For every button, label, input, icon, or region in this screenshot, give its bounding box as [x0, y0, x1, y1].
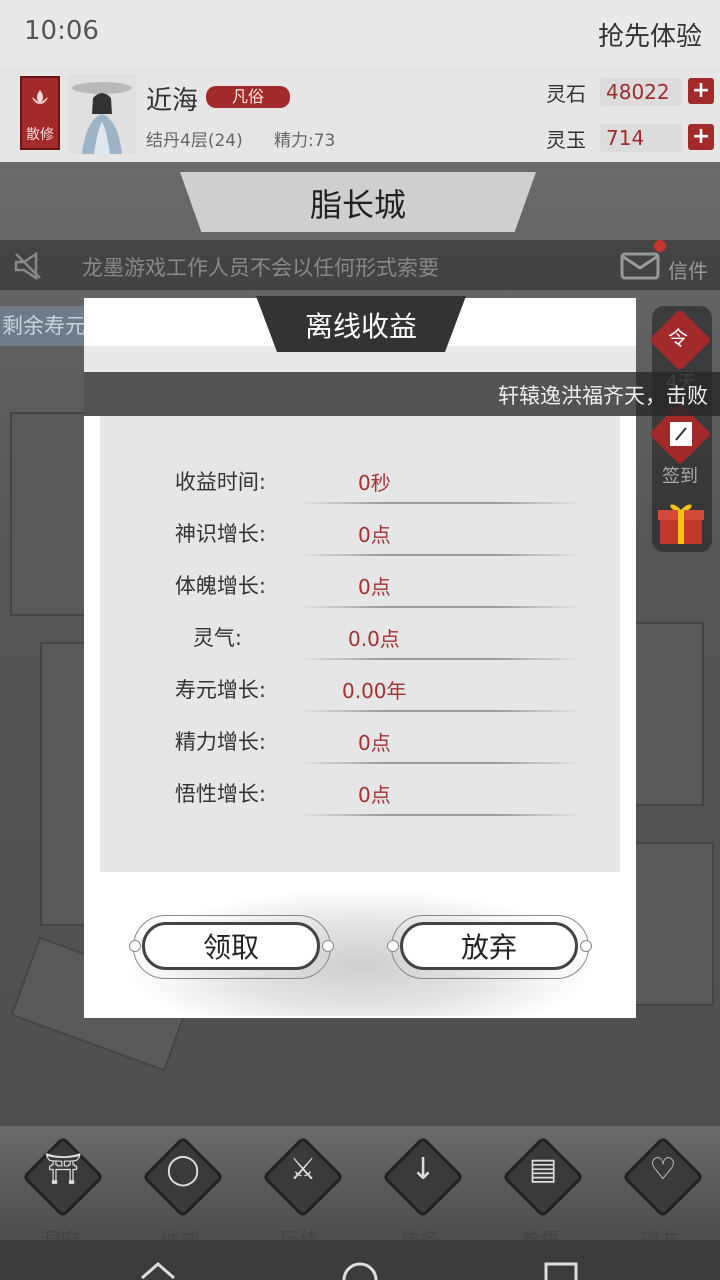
earnings-time-label: 收益时间: — [174, 470, 266, 494]
row-divider — [300, 710, 580, 712]
recents-icon[interactable] — [544, 1262, 578, 1280]
add-spirit-jade-button[interactable]: + — [688, 124, 714, 150]
city-name: 脂长城 — [309, 186, 406, 224]
notice-text: 龙墨游戏工作人员不会以任何形式索要 — [82, 256, 439, 280]
megaphone-icon — [14, 251, 41, 281]
row-divider — [300, 658, 580, 660]
player-name: 近海 — [146, 86, 199, 116]
divine-sense-label: 神识增长: — [174, 522, 266, 546]
physique-label: 体魄增长: — [174, 574, 266, 598]
row-divider — [300, 814, 580, 816]
sect-badge-label: 散修 — [26, 127, 54, 143]
frame-ornament — [387, 940, 399, 952]
nav-training[interactable]: ⚔ 历练 — [240, 1126, 360, 1252]
spiritual-energy-value: 0.0点 — [348, 627, 400, 651]
spirit-stone-label: 灵石 — [546, 82, 586, 106]
frame-ornament — [580, 940, 592, 952]
avatar[interactable] — [68, 74, 136, 154]
earnings-time-value: 0秒 — [358, 471, 391, 495]
add-spirit-stone-button[interactable]: + — [688, 78, 714, 104]
row-divider — [300, 502, 580, 504]
status-time: 10:06 — [24, 16, 99, 46]
spiritual-energy-label: 灵气: — [192, 626, 242, 650]
nav-ring[interactable]: ◯ 纳戒 — [120, 1126, 240, 1252]
nav-equipment[interactable]: ↓ 装备 — [360, 1126, 480, 1252]
back-icon[interactable] — [140, 1262, 176, 1280]
comprehension-value: 0点 — [358, 783, 391, 807]
early-access-label[interactable]: 抢先体验 — [598, 16, 702, 53]
row-divider — [300, 606, 580, 608]
frame-ornament — [129, 940, 141, 952]
row-divider — [300, 554, 580, 556]
nav-comprehend[interactable]: ▤ 参悟 — [480, 1126, 600, 1252]
mail-label[interactable]: 信件 — [668, 255, 708, 284]
divine-sense-value: 0点 — [358, 523, 391, 547]
gift-icon[interactable] — [656, 500, 706, 546]
spirit-jade-value: 714 — [600, 124, 682, 152]
lifespan-growth-label: 寿元增长: — [174, 678, 266, 702]
mail-icon[interactable] — [620, 250, 660, 282]
home-icon[interactable] — [340, 1262, 380, 1280]
comprehension-label: 悟性增长: — [174, 782, 266, 806]
lotus-icon — [32, 90, 48, 104]
row-divider — [300, 762, 580, 764]
cultivation-realm: 结丹4层(24) — [146, 131, 243, 151]
energy-stat: 精力:73 — [274, 131, 336, 151]
nav-cave[interactable]: ⛩ 洞府 — [0, 1126, 120, 1252]
mail-notification-dot — [654, 240, 666, 252]
calendar-icon — [670, 422, 692, 446]
lifespan-growth-value: 0.00年 — [342, 679, 407, 703]
remaining-lifespan-label: 剩余寿元 — [2, 314, 86, 338]
energy-growth-label: 精力增长: — [174, 730, 266, 754]
energy-growth-value: 0点 — [358, 731, 391, 755]
dialog-title: 离线收益 — [304, 310, 417, 343]
sect-badge[interactable]: 散修 — [20, 76, 60, 150]
spirit-jade-label: 灵玉 — [546, 128, 586, 152]
physique-value: 0点 — [358, 575, 391, 599]
announcement-text: 轩辕逸洪福齐天，击败 — [498, 384, 708, 408]
order-icon-glyph: 令 — [668, 326, 688, 350]
rank-badge: 凡俗 — [206, 86, 290, 108]
claim-button[interactable]: 领取 — [142, 922, 320, 970]
nav-friends[interactable]: ♡ 道友 — [600, 1126, 720, 1252]
abandon-button[interactable]: 放弃 — [400, 922, 578, 970]
sign-in-label[interactable]: 签到 — [662, 462, 698, 488]
spirit-stone-value: 48022 — [600, 78, 682, 106]
frame-ornament — [322, 940, 334, 952]
